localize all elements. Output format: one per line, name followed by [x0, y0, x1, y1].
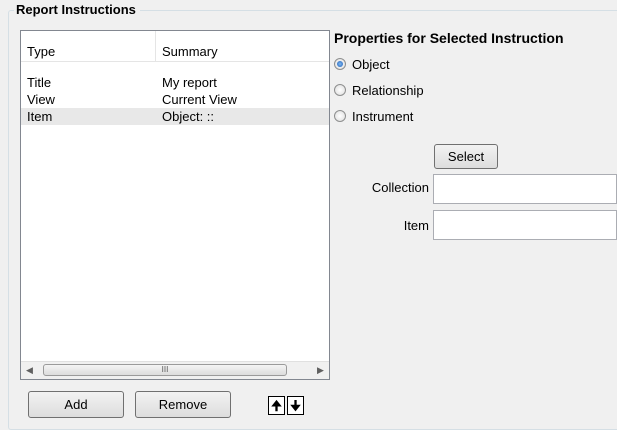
scroll-thumb[interactable]: III — [43, 364, 287, 376]
report-instructions-title: Report Instructions — [14, 2, 140, 17]
radio-object[interactable]: Object — [334, 55, 390, 73]
move-down-icon[interactable]: 🠋 — [287, 396, 304, 415]
collection-field[interactable] — [433, 174, 617, 204]
instructions-list[interactable]: Type Summary Title My report View Curren… — [20, 30, 330, 380]
radio-button-icon[interactable] — [334, 110, 346, 122]
item-field[interactable] — [433, 210, 617, 240]
row-type: Item — [27, 109, 53, 124]
list-row-view[interactable]: View Current View — [21, 91, 329, 108]
column-header-summary[interactable]: Summary — [162, 44, 218, 59]
column-header-type[interactable]: Type — [27, 44, 55, 59]
radio-instrument[interactable]: Instrument — [334, 107, 413, 125]
collection-label: Collection — [371, 180, 429, 195]
radio-label[interactable]: Relationship — [352, 83, 424, 98]
list-row-title[interactable]: Title My report — [21, 74, 329, 91]
row-type: View — [27, 92, 55, 107]
radio-button-icon[interactable] — [334, 58, 346, 70]
radio-relationship[interactable]: Relationship — [334, 81, 424, 99]
list-header: Type Summary — [21, 31, 329, 62]
scroll-left-icon[interactable]: ◀ — [21, 362, 38, 379]
list-row-item[interactable]: Item Object: :: — [21, 108, 329, 125]
move-up-icon[interactable]: 🠉 — [268, 396, 285, 415]
remove-button[interactable]: Remove — [135, 391, 231, 418]
row-summary: Object: :: — [162, 109, 215, 124]
properties-title: Properties for Selected Instruction — [334, 30, 564, 46]
select-button[interactable]: Select — [434, 144, 498, 169]
radio-label[interactable]: Object — [352, 57, 390, 72]
row-summary: Current View — [162, 92, 237, 107]
column-separator[interactable] — [155, 31, 156, 61]
scroll-thumb-grip: III — [161, 365, 169, 374]
scroll-right-icon[interactable]: ▶ — [312, 362, 329, 379]
row-summary: My report — [162, 75, 217, 90]
radio-label[interactable]: Instrument — [352, 109, 413, 124]
add-button[interactable]: Add — [28, 391, 124, 418]
item-label: Item — [403, 218, 429, 233]
radio-button-icon[interactable] — [334, 84, 346, 96]
horizontal-scrollbar[interactable]: ◀ III ▶ — [21, 361, 329, 379]
row-type: Title — [27, 75, 52, 90]
